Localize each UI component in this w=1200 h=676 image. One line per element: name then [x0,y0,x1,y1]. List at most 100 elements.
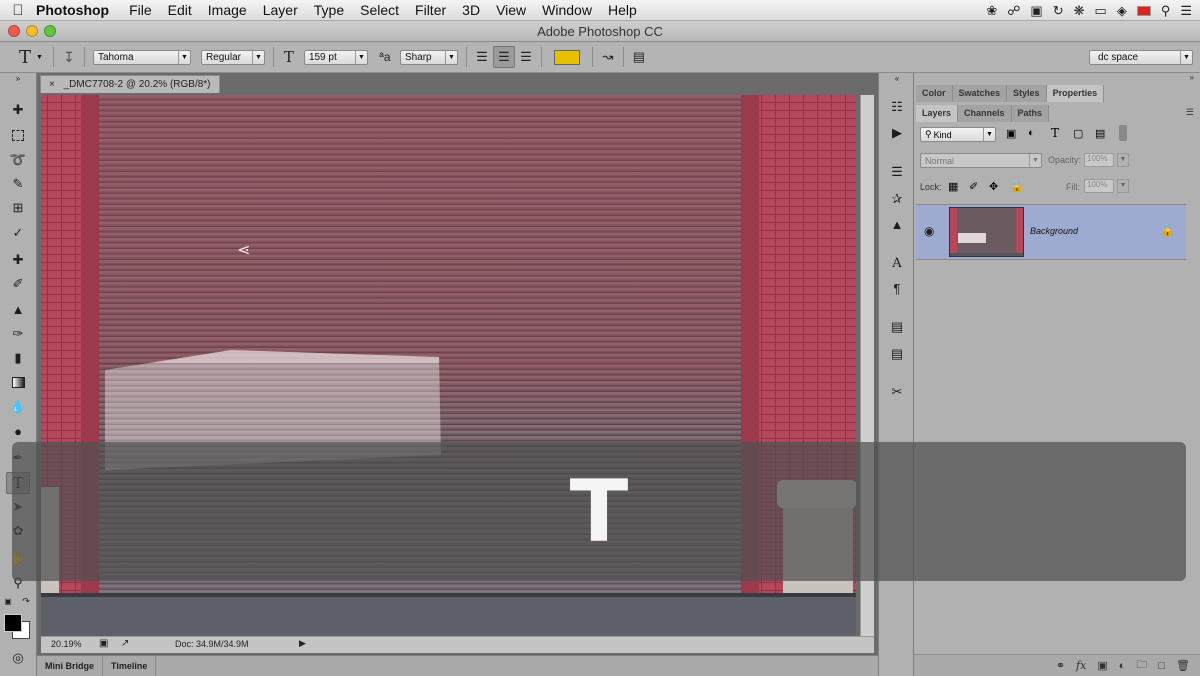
brush-presets-icon[interactable]: ✰ [886,189,908,209]
zoom-window-button[interactable] [44,25,56,37]
crop-tool-icon[interactable]: ⊞ [6,197,30,219]
apple-icon[interactable]:  [0,2,36,19]
align-right-button[interactable]: ☰ [515,46,537,68]
menu-window[interactable]: Window [534,2,600,18]
layer-row[interactable]: ◉ Background 🔒 [916,204,1186,260]
menu-layer[interactable]: Layer [255,2,306,18]
share-icon[interactable]: ↗ [121,638,129,649]
quick-selection-tool-icon[interactable]: ✎ [6,173,30,195]
filter-toggle-icon[interactable] [1119,125,1127,141]
text-orientation-icon[interactable]: ↧ [58,46,80,68]
filter-smart-object-icon[interactable]: ▤ [1095,127,1105,140]
airplay-icon[interactable]: ▭ [1095,3,1107,19]
flag-icon[interactable] [1136,5,1151,16]
warp-text-icon[interactable]: ↝ [597,46,619,68]
minimize-window-button[interactable] [26,25,38,37]
healing-brush-tool-icon[interactable]: ✚ [6,249,30,271]
font-size-select[interactable]: 159 pt ▼ [303,49,368,65]
tab-styles[interactable]: Styles [1007,85,1047,102]
screen-icon[interactable]: ▣ [1030,3,1042,19]
history-brush-tool-icon[interactable]: ✑ [6,323,30,345]
clone-stamp-tool-icon[interactable]: ▲ [6,298,30,320]
gradient-tool-icon[interactable] [6,371,30,393]
menu-edit[interactable]: Edit [160,2,200,18]
filter-pixel-icon[interactable]: ▣ [1006,127,1016,140]
lock-image-icon[interactable]: ✐ [969,180,978,193]
creative-cloud-icon[interactable]: ☍ [1007,3,1020,19]
filter-adjustment-icon[interactable]: ◐ [1028,127,1035,139]
tab-channels[interactable]: Channels [958,105,1012,122]
panel-menu-icon[interactable]: ☰ [1186,107,1194,118]
menu-file[interactable]: File [121,2,160,18]
dock-collapse-icon[interactable]: « [886,73,908,83]
link-layers-icon[interactable]: ⚭ [1056,659,1065,672]
notifications-icon[interactable]: ☰ [1180,3,1192,19]
marquee-tool-icon[interactable] [6,124,30,146]
lock-position-icon[interactable]: ✥ [989,180,998,193]
tab-timeline[interactable]: Timeline [103,656,157,676]
menu-image[interactable]: Image [200,2,255,18]
sync-icon[interactable]: ↻ [1053,3,1064,19]
layer-style-icon[interactable]: fx [1076,659,1086,672]
fill-chevron-icon[interactable]: ▼ [1117,179,1129,193]
actions-play-icon[interactable]: ▶ [886,123,908,143]
spotlight-icon[interactable]: ⚲ [1161,3,1171,19]
tools-collapse-icon[interactable]: » [6,73,30,83]
adjustments-icon[interactable]: ☰ [886,162,908,182]
menu-filter[interactable]: Filter [407,2,454,18]
opacity-chevron-icon[interactable]: ▼ [1117,153,1129,167]
lock-transparent-icon[interactable]: ▦ [948,180,958,193]
tab-mini-bridge[interactable]: Mini Bridge [37,656,103,676]
eraser-tool-icon[interactable]: ▮ [6,347,30,369]
new-group-icon[interactable]: 🗀 [1136,656,1147,675]
align-center-button[interactable]: ☰ [492,46,515,68]
lasso-tool-icon[interactable]: ➰ [6,149,30,171]
history-icon[interactable]: ☷ [886,97,908,117]
delete-layer-icon[interactable]: 🗑 [1176,659,1190,672]
character-styles-icon[interactable]: ▤ [886,317,908,337]
panels-collapse-icon[interactable]: » [1190,73,1194,82]
dodge-tool-icon[interactable]: ● [6,420,30,442]
tab-layers[interactable]: Layers [916,105,959,122]
filter-type-icon[interactable]: T [1051,126,1059,140]
foreground-color-swatch[interactable] [4,614,22,632]
font-family-select[interactable]: Tahoma ▼ [92,49,191,65]
visibility-eye-icon[interactable]: ◉ [924,224,934,238]
dropbox-icon[interactable]: ❀ [986,3,997,19]
antialias-select[interactable]: Sharp ▼ [399,49,458,65]
layer-filter-select[interactable]: ⚲ Kind ▼ [920,127,996,142]
zoom-level[interactable]: 20.19% [51,639,82,649]
align-left-button[interactable]: ☰ [471,46,493,68]
filter-shape-icon[interactable]: ▢ [1073,127,1083,140]
close-window-button[interactable] [8,25,20,37]
clone-source-icon[interactable]: ▲ [886,214,908,234]
document-tab[interactable]: × _DMC7708-2 @ 20.2% (RGB/8*) [40,75,220,93]
add-mask-icon[interactable]: ▣ [1097,659,1107,672]
workspace-select[interactable]: dc space ▼ [1089,49,1193,65]
adjustment-layer-icon[interactable]: ◐ [1119,660,1126,672]
quick-mask-icon[interactable]: ◎ [6,647,30,669]
swap-colors-icon[interactable]: ↷ [20,595,32,607]
default-colors-icon[interactable]: ▣ [2,595,14,607]
menu-3d[interactable]: 3D [454,2,488,18]
app-menu[interactable]: Photoshop [36,2,109,18]
new-layer-icon[interactable]: □ [1158,660,1165,672]
tab-properties[interactable]: Properties [1046,85,1105,102]
font-style-select[interactable]: Regular ▼ [200,49,265,65]
menu-select[interactable]: Select [352,2,407,18]
opacity-input[interactable]: 100% [1084,153,1114,167]
menu-view[interactable]: View [488,2,534,18]
tool-presets-icon[interactable]: ✂ [886,382,908,402]
paragraph-styles-icon[interactable]: ▤ [886,344,908,364]
preset-chevron-icon[interactable]: ▼ [36,54,43,61]
layer-name[interactable]: Background [1030,226,1078,236]
blend-mode-select[interactable]: Normal ▼ [920,153,1042,168]
brightness-icon[interactable]: ❋ [1074,3,1085,19]
character-panel-icon[interactable]: A [886,253,908,273]
eyedropper-tool-icon[interactable]: ✓ [6,222,30,244]
menu-help[interactable]: Help [600,2,645,18]
blur-tool-icon[interactable]: 💧 [6,396,30,418]
status-menu-arrow-icon[interactable]: ▶ [299,638,306,649]
fill-input[interactable]: 100% [1084,179,1114,193]
brush-tool-icon[interactable]: ✐ [6,273,30,295]
